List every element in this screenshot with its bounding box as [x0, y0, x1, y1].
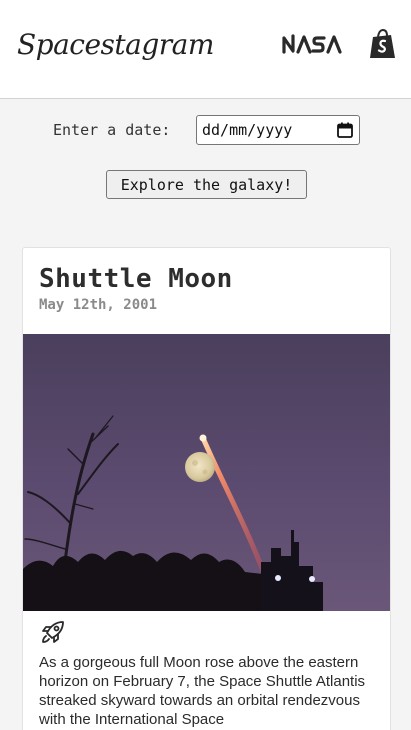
- post-title: Shuttle Moon: [39, 264, 233, 294]
- nasa-logo: [282, 34, 342, 54]
- shopify-logo: [370, 29, 395, 58]
- rocket-icon[interactable]: [39, 618, 67, 646]
- explore-button[interactable]: Explore the galaxy!: [106, 170, 307, 199]
- brand-logo: Spacestagram: [17, 28, 214, 61]
- top-bar: Spacestagram: [0, 0, 411, 99]
- date-input[interactable]: dd/mm/yyyy: [196, 115, 360, 145]
- post-image: [23, 334, 390, 611]
- date-label: Enter a date:: [53, 121, 171, 139]
- post-description: As a gorgeous full Moon rose above the e…: [39, 654, 366, 728]
- date-search-row: Enter a date: dd/mm/yyyy: [53, 115, 360, 145]
- post-card: Shuttle Moon May 12th, 2001 As a gorgeou…: [22, 247, 391, 730]
- calendar-icon[interactable]: [337, 122, 353, 138]
- post-date: May 12th, 2001: [39, 297, 158, 313]
- date-placeholder: dd/mm/yyyy: [202, 121, 293, 139]
